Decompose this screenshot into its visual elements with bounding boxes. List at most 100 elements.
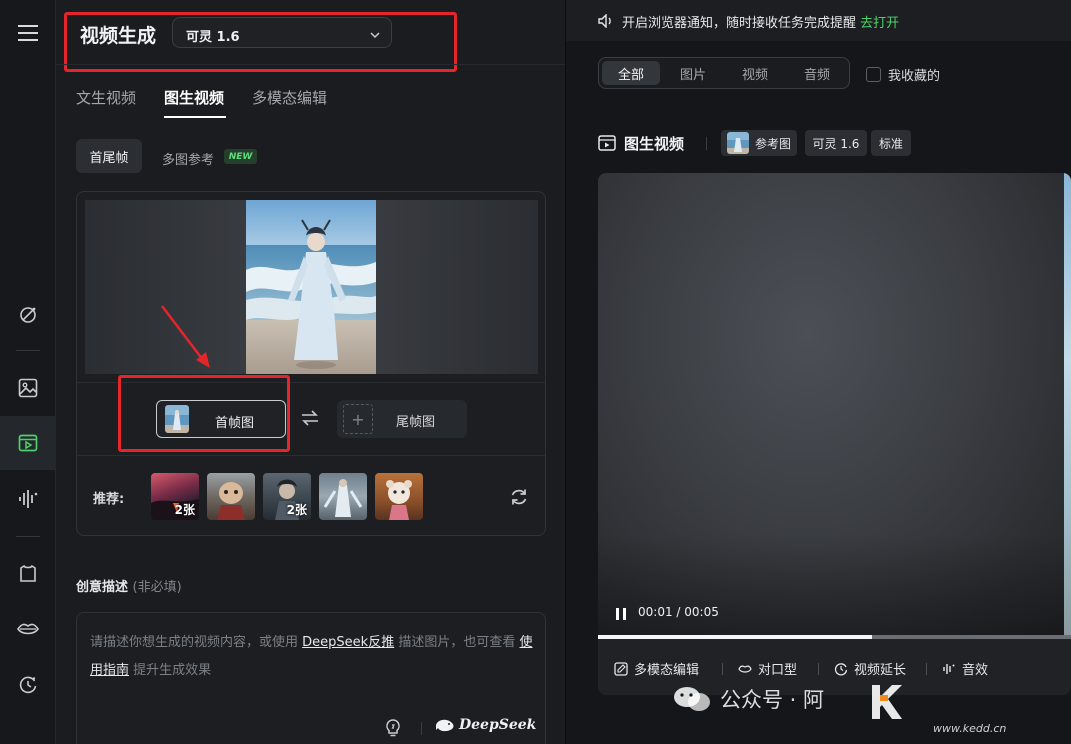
deepseek-label: DeepSeek: [459, 717, 537, 733]
recommend-thumbnail[interactable]: [375, 473, 423, 520]
image-icon[interactable]: [14, 374, 42, 402]
favorites-label: 我收藏的: [888, 69, 941, 84]
tab-multimodal-edit[interactable]: 多模态编辑: [252, 87, 327, 108]
quality-tag: 标准: [871, 130, 911, 156]
recommend-count: 2张: [286, 503, 307, 517]
filter-all[interactable]: 全部: [602, 61, 660, 85]
rail-divider: [16, 536, 40, 537]
media-filter: 全部 图片 视频 音频: [598, 57, 850, 89]
first-last-frame-button[interactable]: 首尾帧: [76, 139, 142, 173]
swap-frames-icon[interactable]: [301, 410, 319, 430]
edit-icon: [614, 661, 628, 676]
lips-icon: [738, 665, 752, 673]
sound-effect-button[interactable]: 音效: [942, 659, 988, 678]
reference-image-tag[interactable]: 参考图: [721, 130, 797, 156]
recommend-thumbnail[interactable]: 2张: [263, 473, 311, 520]
tab-text-to-video[interactable]: 文生视频: [76, 87, 136, 108]
multimodal-edit-button[interactable]: 多模态编辑: [614, 659, 699, 678]
toolbar-divider: [421, 722, 422, 735]
multi-image-reference-tab[interactable]: 多图参考: [162, 149, 214, 168]
card-divider: [77, 455, 545, 456]
annotation-arrow: [161, 305, 210, 368]
description-title-text: 创意描述: [76, 580, 129, 595]
whale-icon: [436, 719, 454, 732]
checkbox-box: [866, 67, 881, 82]
enable-notification-link[interactable]: 去打开: [860, 16, 899, 31]
frame-upload-card: 首帧图 + 尾帧图 推荐: 2张 2张: [76, 191, 546, 536]
filter-audio[interactable]: 音频: [788, 61, 846, 85]
recommend-count: 2张: [174, 503, 195, 517]
reference-image-label: 参考图: [754, 136, 791, 151]
app-root: 视频生成 可灵 1.6 文生视频 图生视频 多模态编辑 首尾帧 多图参考 NEW: [0, 0, 1071, 744]
history-icon[interactable]: [14, 671, 42, 699]
filter-image[interactable]: 图片: [664, 61, 722, 85]
plus-icon: +: [343, 404, 373, 434]
results-panel: 开启浏览器通知，随时接收任务完成提醒 去打开 全部 图片 视频 音频 我收藏的 …: [566, 0, 1071, 744]
reference-thumbnail: [726, 132, 749, 154]
header-separator: [706, 137, 707, 150]
magic-wand-icon[interactable]: [14, 301, 42, 329]
deepseek-reverse-link[interactable]: DeepSeek反推: [302, 635, 394, 650]
header-divider: [56, 64, 565, 65]
multimodal-edit-label: 多模态编辑: [634, 663, 700, 678]
lightbulb-icon[interactable]: [385, 719, 401, 741]
placeholder-text: 描述图片，也可查看: [398, 635, 516, 650]
menu-icon[interactable]: [14, 19, 42, 47]
lip-sync-label: 对口型: [758, 663, 798, 678]
outfit-icon[interactable]: [14, 560, 42, 588]
description-title: 创意描述 (非必填): [76, 576, 182, 595]
description-optional: (非必填): [132, 580, 182, 595]
description-input[interactable]: 请描述你想生成的视频内容，或使用 DeepSeek反推 描述图片，也可查看 使用…: [76, 612, 546, 744]
last-frame-button[interactable]: + 尾帧图: [337, 400, 467, 438]
video-icon: [598, 134, 616, 156]
active-tab-underline: [164, 116, 226, 118]
notification-bar: 开启浏览器通知，随时接收任务完成提醒 去打开: [566, 0, 1071, 41]
audio-wave-icon[interactable]: [14, 485, 42, 513]
audio-wave-icon: [943, 663, 955, 674]
deepseek-button[interactable]: DeepSeek: [435, 717, 536, 733]
description-placeholder: 请描述你想生成的视频内容，或使用 DeepSeek反推 描述图片，也可查看 使用…: [90, 629, 536, 685]
annotation-highlight-box: [64, 12, 457, 72]
watermark-logo: [872, 685, 902, 719]
toolbar-divider: [818, 663, 819, 675]
speaker-icon: [598, 13, 614, 32]
favorites-checkbox[interactable]: 我收藏的: [866, 65, 940, 84]
icon-rail: [0, 0, 56, 744]
sound-effect-label: 音效: [962, 663, 989, 678]
notification-message: 开启浏览器通知，随时接收任务完成提醒: [622, 16, 857, 31]
generation-panel: 视频生成 可灵 1.6 文生视频 图生视频 多模态编辑 首尾帧 多图参考 NEW: [56, 0, 565, 744]
tab-image-to-video[interactable]: 图生视频: [164, 87, 224, 108]
recommend-thumbnail[interactable]: [319, 473, 367, 520]
video-icon[interactable]: [14, 429, 42, 457]
filter-video[interactable]: 视频: [726, 61, 784, 85]
progress-bar[interactable]: [598, 635, 1071, 639]
last-frame-label: 尾帧图: [396, 415, 436, 430]
video-extend-label: 视频延长: [854, 663, 907, 678]
pause-icon[interactable]: [616, 608, 627, 620]
wechat-icon: [674, 687, 710, 711]
frame-preview[interactable]: [85, 200, 538, 374]
lip-sync-button[interactable]: 对口型: [738, 659, 797, 678]
notification-text: 开启浏览器通知，随时接收任务完成提醒 去打开: [622, 12, 899, 31]
video-extend-button[interactable]: 视频延长: [834, 659, 906, 678]
placeholder-text: 请描述你想生成的视频内容，或使用: [90, 635, 299, 650]
toolbar-divider: [926, 663, 927, 675]
playback-time: 00:01 / 00:05: [638, 605, 719, 619]
result-title: 图生视频: [624, 135, 685, 153]
video-player[interactable]: 00:01 / 00:05 多模态编辑 对口型 视频延长 音效: [598, 173, 1071, 695]
refresh-icon[interactable]: [509, 487, 529, 511]
progress-fill: [598, 635, 873, 639]
model-tag: 可灵 1.6: [805, 130, 867, 156]
new-badge: NEW: [224, 149, 257, 164]
annotation-highlight-box: [118, 375, 290, 452]
recommend-label: 推荐:: [93, 492, 125, 507]
recommend-thumbnail[interactable]: 2张: [151, 473, 199, 520]
watermark: 公众号 · 阿: [672, 684, 824, 714]
watermark-site: www.kedd.cn: [933, 722, 1007, 735]
first-frame-image: [246, 200, 376, 374]
recommend-thumbnail[interactable]: [207, 473, 255, 520]
next-video-preview: [1064, 173, 1071, 635]
video-gradient: [598, 533, 1064, 635]
lips-icon[interactable]: [14, 615, 42, 643]
watermark-text: 公众号 · 阿: [720, 688, 825, 712]
